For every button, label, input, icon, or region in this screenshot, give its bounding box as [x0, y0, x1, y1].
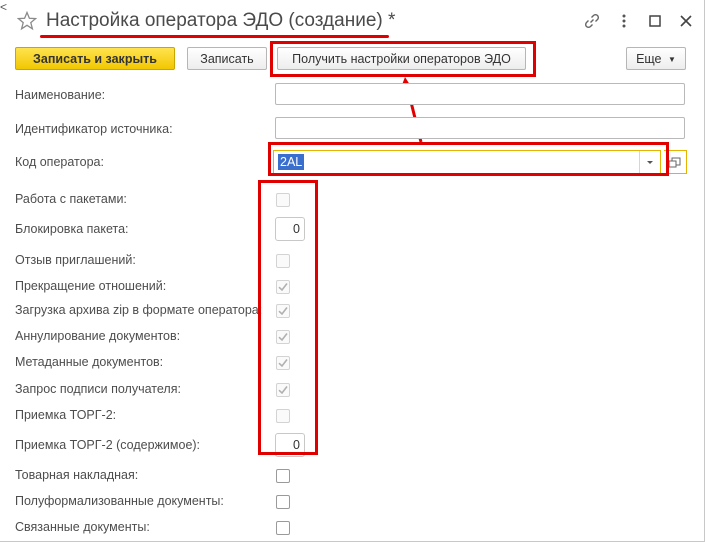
close-icon[interactable]: [677, 12, 695, 30]
more-button[interactable]: Еще ▼: [626, 47, 686, 70]
annotation-box-operator-code: [268, 142, 669, 176]
option-label: Отзыв приглашений:: [15, 253, 136, 267]
name-input[interactable]: [275, 83, 685, 105]
link-icon[interactable]: [583, 12, 601, 30]
chevron-down-icon: ▼: [668, 55, 676, 64]
option-label: Метаданные документов:: [15, 355, 164, 369]
source-id-label: Идентификатор источника:: [15, 122, 173, 136]
option-label: Прекращение отношений:: [15, 279, 167, 293]
option-label: Загрузка архива zip в формате оператора:: [15, 303, 263, 317]
option-label: Работа с пакетами:: [15, 192, 127, 206]
option-label: Связанные документы:: [15, 520, 150, 534]
option-checkbox[interactable]: [276, 469, 290, 483]
option-checkbox[interactable]: [276, 521, 290, 535]
name-label: Наименование:: [15, 88, 106, 102]
window-title: Настройка оператора ЭДО (создание) *: [46, 10, 396, 31]
option-label: Блокировка пакета:: [15, 222, 129, 236]
window-frame: [0, 0, 705, 542]
favorite-star-icon[interactable]: [17, 11, 37, 31]
option-label: Приемка ТОРГ-2:: [15, 408, 117, 422]
option-label: Приемка ТОРГ-2 (содержимое):: [15, 438, 201, 452]
option-label: Аннулирование документов:: [15, 329, 181, 343]
save-button[interactable]: Записать: [187, 47, 267, 70]
window-edge-glyph: <: [0, 0, 8, 14]
maximize-icon[interactable]: [646, 12, 664, 30]
annotation-box-options: [258, 180, 318, 455]
option-checkbox[interactable]: [276, 495, 290, 509]
option-label: Товарная накладная:: [15, 468, 139, 482]
more-actions-icon[interactable]: [615, 12, 633, 30]
title-annotation-underline: [40, 35, 389, 38]
more-button-label: Еще: [636, 52, 662, 66]
option-label: Запрос подписи получателя:: [15, 382, 181, 396]
source-id-input[interactable]: [275, 117, 685, 139]
save-and-close-button[interactable]: Записать и закрыть: [15, 47, 175, 70]
operator-code-label: Код оператора:: [15, 155, 104, 169]
option-label: Полуформализованные документы:: [15, 494, 224, 508]
